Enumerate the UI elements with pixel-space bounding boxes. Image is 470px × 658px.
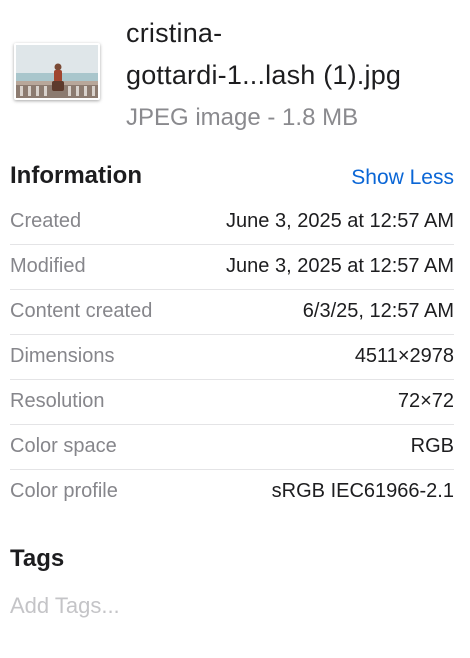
info-value: sRGB IEC61966-2.1	[271, 480, 454, 502]
info-value: June 3, 2025 at 12:57 AM	[226, 210, 454, 232]
file-header: cristina- gottardi-1...lash (1).jpg JPEG…	[0, 0, 470, 150]
info-label: Color profile	[10, 480, 118, 502]
add-tags-input[interactable]	[10, 590, 450, 622]
info-row-resolution: Resolution 72×72	[10, 380, 454, 425]
file-name-line2: gottardi-1...lash (1).jpg	[126, 60, 402, 90]
info-value: 4511×2978	[354, 345, 454, 367]
info-label: Modified	[10, 255, 86, 277]
photo-thumbnail-icon	[16, 45, 98, 98]
file-kind-size: JPEG image - 1.8 MB	[126, 104, 359, 131]
tags-title: Tags	[10, 545, 65, 572]
show-less-button[interactable]: Show Less	[351, 166, 454, 190]
info-row-dimensions: Dimensions 4511×2978	[10, 335, 454, 380]
information-table: Created June 3, 2025 at 12:57 AM Modifie…	[10, 200, 454, 515]
info-row-modified: Modified June 3, 2025 at 12:57 AM	[10, 245, 454, 290]
info-value: RGB	[410, 435, 454, 457]
info-value: 6/3/25, 12:57 AM	[302, 300, 454, 322]
information-title: Information	[10, 162, 142, 189]
info-row-color-space: Color space RGB	[10, 425, 454, 470]
info-value: 72×72	[397, 390, 454, 412]
info-row-created: Created June 3, 2025 at 12:57 AM	[10, 200, 454, 245]
info-label: Created	[10, 210, 82, 232]
information-header: Information Show Less	[10, 160, 454, 196]
info-label: Dimensions	[10, 345, 115, 367]
file-thumbnail[interactable]	[14, 43, 100, 100]
info-row-color-profile: Color profile sRGB IEC61966-2.1	[10, 470, 454, 515]
file-name-line1: cristina-	[126, 18, 223, 48]
info-label: Color space	[10, 435, 117, 457]
info-label: Resolution	[10, 390, 105, 412]
file-name: cristina- gottardi-1...lash (1).jpg	[126, 12, 460, 96]
info-label: Content created	[10, 300, 153, 322]
info-value: June 3, 2025 at 12:57 AM	[226, 255, 454, 277]
info-row-content-created: Content created 6/3/25, 12:57 AM	[10, 290, 454, 335]
